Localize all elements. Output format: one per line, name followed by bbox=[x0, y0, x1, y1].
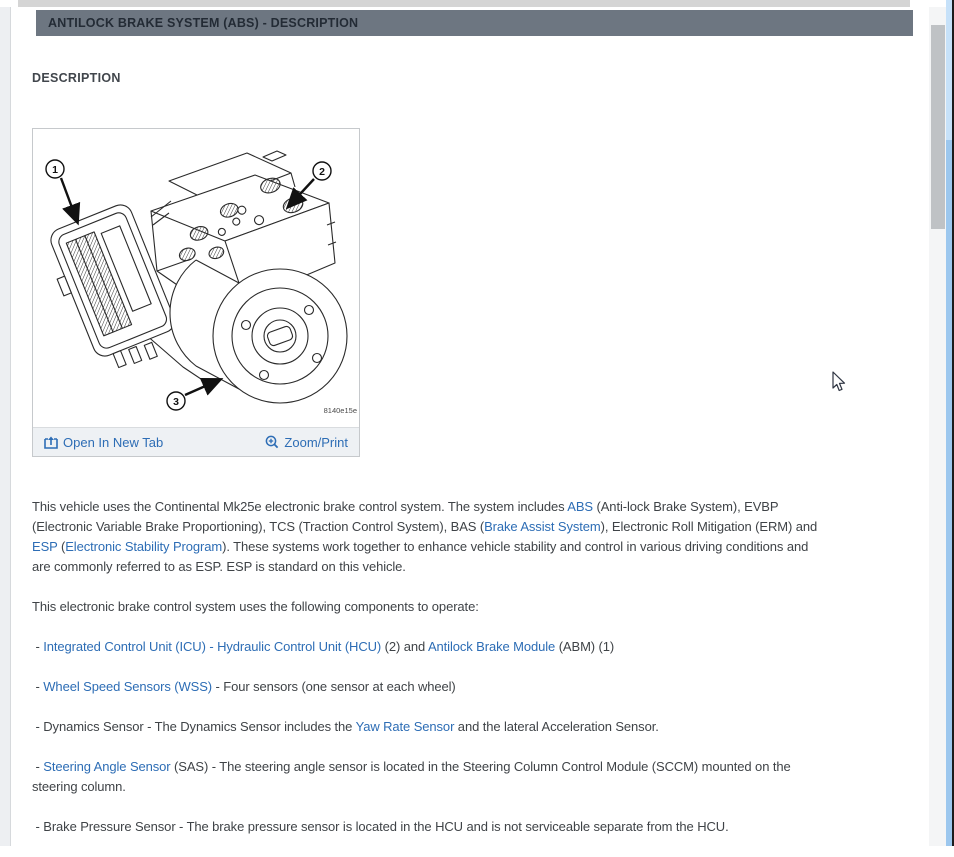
figure-card: 8140e15e 1 2 3 Open In New Tab Zoom/Prin… bbox=[32, 128, 360, 457]
figure-code: 8140e15e bbox=[324, 406, 357, 415]
zoom-print-label: Zoom/Print bbox=[284, 434, 348, 450]
text-block: This electronic brake control system use… bbox=[32, 597, 929, 617]
open-in-new-tab-icon bbox=[44, 436, 58, 449]
text-run: ). These systems work together to enhanc… bbox=[222, 539, 809, 554]
content-blocks: This vehicle uses the Continental Mk25e … bbox=[32, 497, 929, 857]
text-run: - Dynamics Sensor - The Dynamics Sensor … bbox=[32, 719, 356, 734]
open-in-new-tab-label: Open In New Tab bbox=[63, 434, 164, 450]
text-run: are commonly referred to as ESP. ESP is … bbox=[32, 559, 406, 574]
text-run: - bbox=[32, 679, 44, 694]
text-line: ESP (Electronic Stability Program). Thes… bbox=[32, 537, 929, 557]
inline-link[interactable]: Antilock Brake Module bbox=[428, 639, 555, 654]
text-line: This electronic brake control system use… bbox=[32, 597, 929, 617]
text-run: - bbox=[32, 759, 44, 774]
figure-footer: Open In New Tab Zoom/Print bbox=[33, 427, 359, 456]
text-run: (SAS) - The steering angle sensor is loc… bbox=[170, 759, 791, 774]
text-block: - Brake Pressure Sensor - The brake pres… bbox=[32, 817, 929, 837]
text-block: - Wheel Speed Sensors (WSS) - Four senso… bbox=[32, 677, 929, 697]
text-line: - Wheel Speed Sensors (WSS) - Four senso… bbox=[32, 677, 929, 697]
inline-link[interactable]: ESP bbox=[32, 539, 58, 554]
content-scrollbar-thumb[interactable] bbox=[931, 25, 945, 229]
inline-link[interactable]: Electronic Stability Program bbox=[65, 539, 222, 554]
inline-link[interactable]: Yaw Rate Sensor bbox=[356, 719, 455, 734]
text-run: steering column. bbox=[32, 779, 126, 794]
text-line: steering column. bbox=[32, 777, 929, 797]
text-run: - bbox=[32, 639, 44, 654]
text-line: are commonly referred to as ESP. ESP is … bbox=[32, 557, 929, 577]
inline-link[interactable]: ABS bbox=[567, 499, 593, 514]
text-run: ), Electronic Roll Mitigation (ERM) and bbox=[600, 519, 818, 534]
text-line: - Dynamics Sensor - The Dynamics Sensor … bbox=[32, 717, 929, 737]
inline-link[interactable]: Steering Angle Sensor bbox=[43, 759, 170, 774]
text-run: - Brake Pressure Sensor - The brake pres… bbox=[32, 819, 729, 834]
text-run: (Anti-lock Brake System), EVBP bbox=[593, 499, 779, 514]
text-line: - Steering Angle Sensor (SAS) - The stee… bbox=[32, 757, 929, 777]
text-block: - Integrated Control Unit (ICU) - Hydrau… bbox=[32, 637, 929, 657]
text-line: (Electronic Variable Brake Proportioning… bbox=[32, 517, 929, 537]
callout-1-label: 1 bbox=[52, 164, 58, 176]
inline-link[interactable]: Integrated Control Unit (ICU) - Hydrauli… bbox=[43, 639, 381, 654]
text-run: - Four sensors (one sensor at each wheel… bbox=[212, 679, 456, 694]
zoom-print-icon bbox=[266, 435, 279, 449]
text-run: (2) and bbox=[381, 639, 428, 654]
text-block: This vehicle uses the Continental Mk25e … bbox=[32, 497, 929, 577]
section-header-title: ANTILOCK BRAKE SYSTEM (ABS) - DESCRIPTIO… bbox=[48, 16, 359, 30]
text-line: This vehicle uses the Continental Mk25e … bbox=[32, 497, 929, 517]
inline-link[interactable]: Wheel Speed Sensors (WSS) bbox=[43, 679, 212, 694]
text-run: (Electronic Variable Brake Proportioning… bbox=[32, 519, 485, 534]
text-block: - Dynamics Sensor - The Dynamics Sensor … bbox=[32, 717, 929, 737]
callout-2-label: 2 bbox=[319, 166, 325, 178]
open-in-new-tab-link[interactable]: Open In New Tab bbox=[44, 435, 163, 450]
zoom-print-link[interactable]: Zoom/Print bbox=[265, 435, 348, 450]
text-block: - Steering Angle Sensor (SAS) - The stee… bbox=[32, 757, 929, 797]
text-run: This electronic brake control system use… bbox=[32, 599, 479, 614]
inline-link[interactable]: Brake Assist System bbox=[484, 519, 601, 534]
text-run: and the lateral Acceleration Sensor. bbox=[454, 719, 659, 734]
abs-unit-diagram[interactable]: 8140e15e 1 2 3 bbox=[33, 129, 359, 427]
description-heading: DESCRIPTION bbox=[32, 71, 121, 85]
mouse-cursor-icon bbox=[832, 371, 846, 392]
text-line: - Brake Pressure Sensor - The brake pres… bbox=[32, 817, 929, 837]
section-header-bar: ANTILOCK BRAKE SYSTEM (ABS) - DESCRIPTIO… bbox=[36, 10, 913, 36]
text-line: - Integrated Control Unit (ICU) - Hydrau… bbox=[32, 637, 929, 657]
text-run: (ABM) (1) bbox=[555, 639, 615, 654]
window-top-edge bbox=[18, 0, 910, 7]
window-left-edge bbox=[0, 7, 11, 846]
text-run: This vehicle uses the Continental Mk25e … bbox=[32, 499, 568, 514]
callout-3-label: 3 bbox=[173, 396, 179, 408]
